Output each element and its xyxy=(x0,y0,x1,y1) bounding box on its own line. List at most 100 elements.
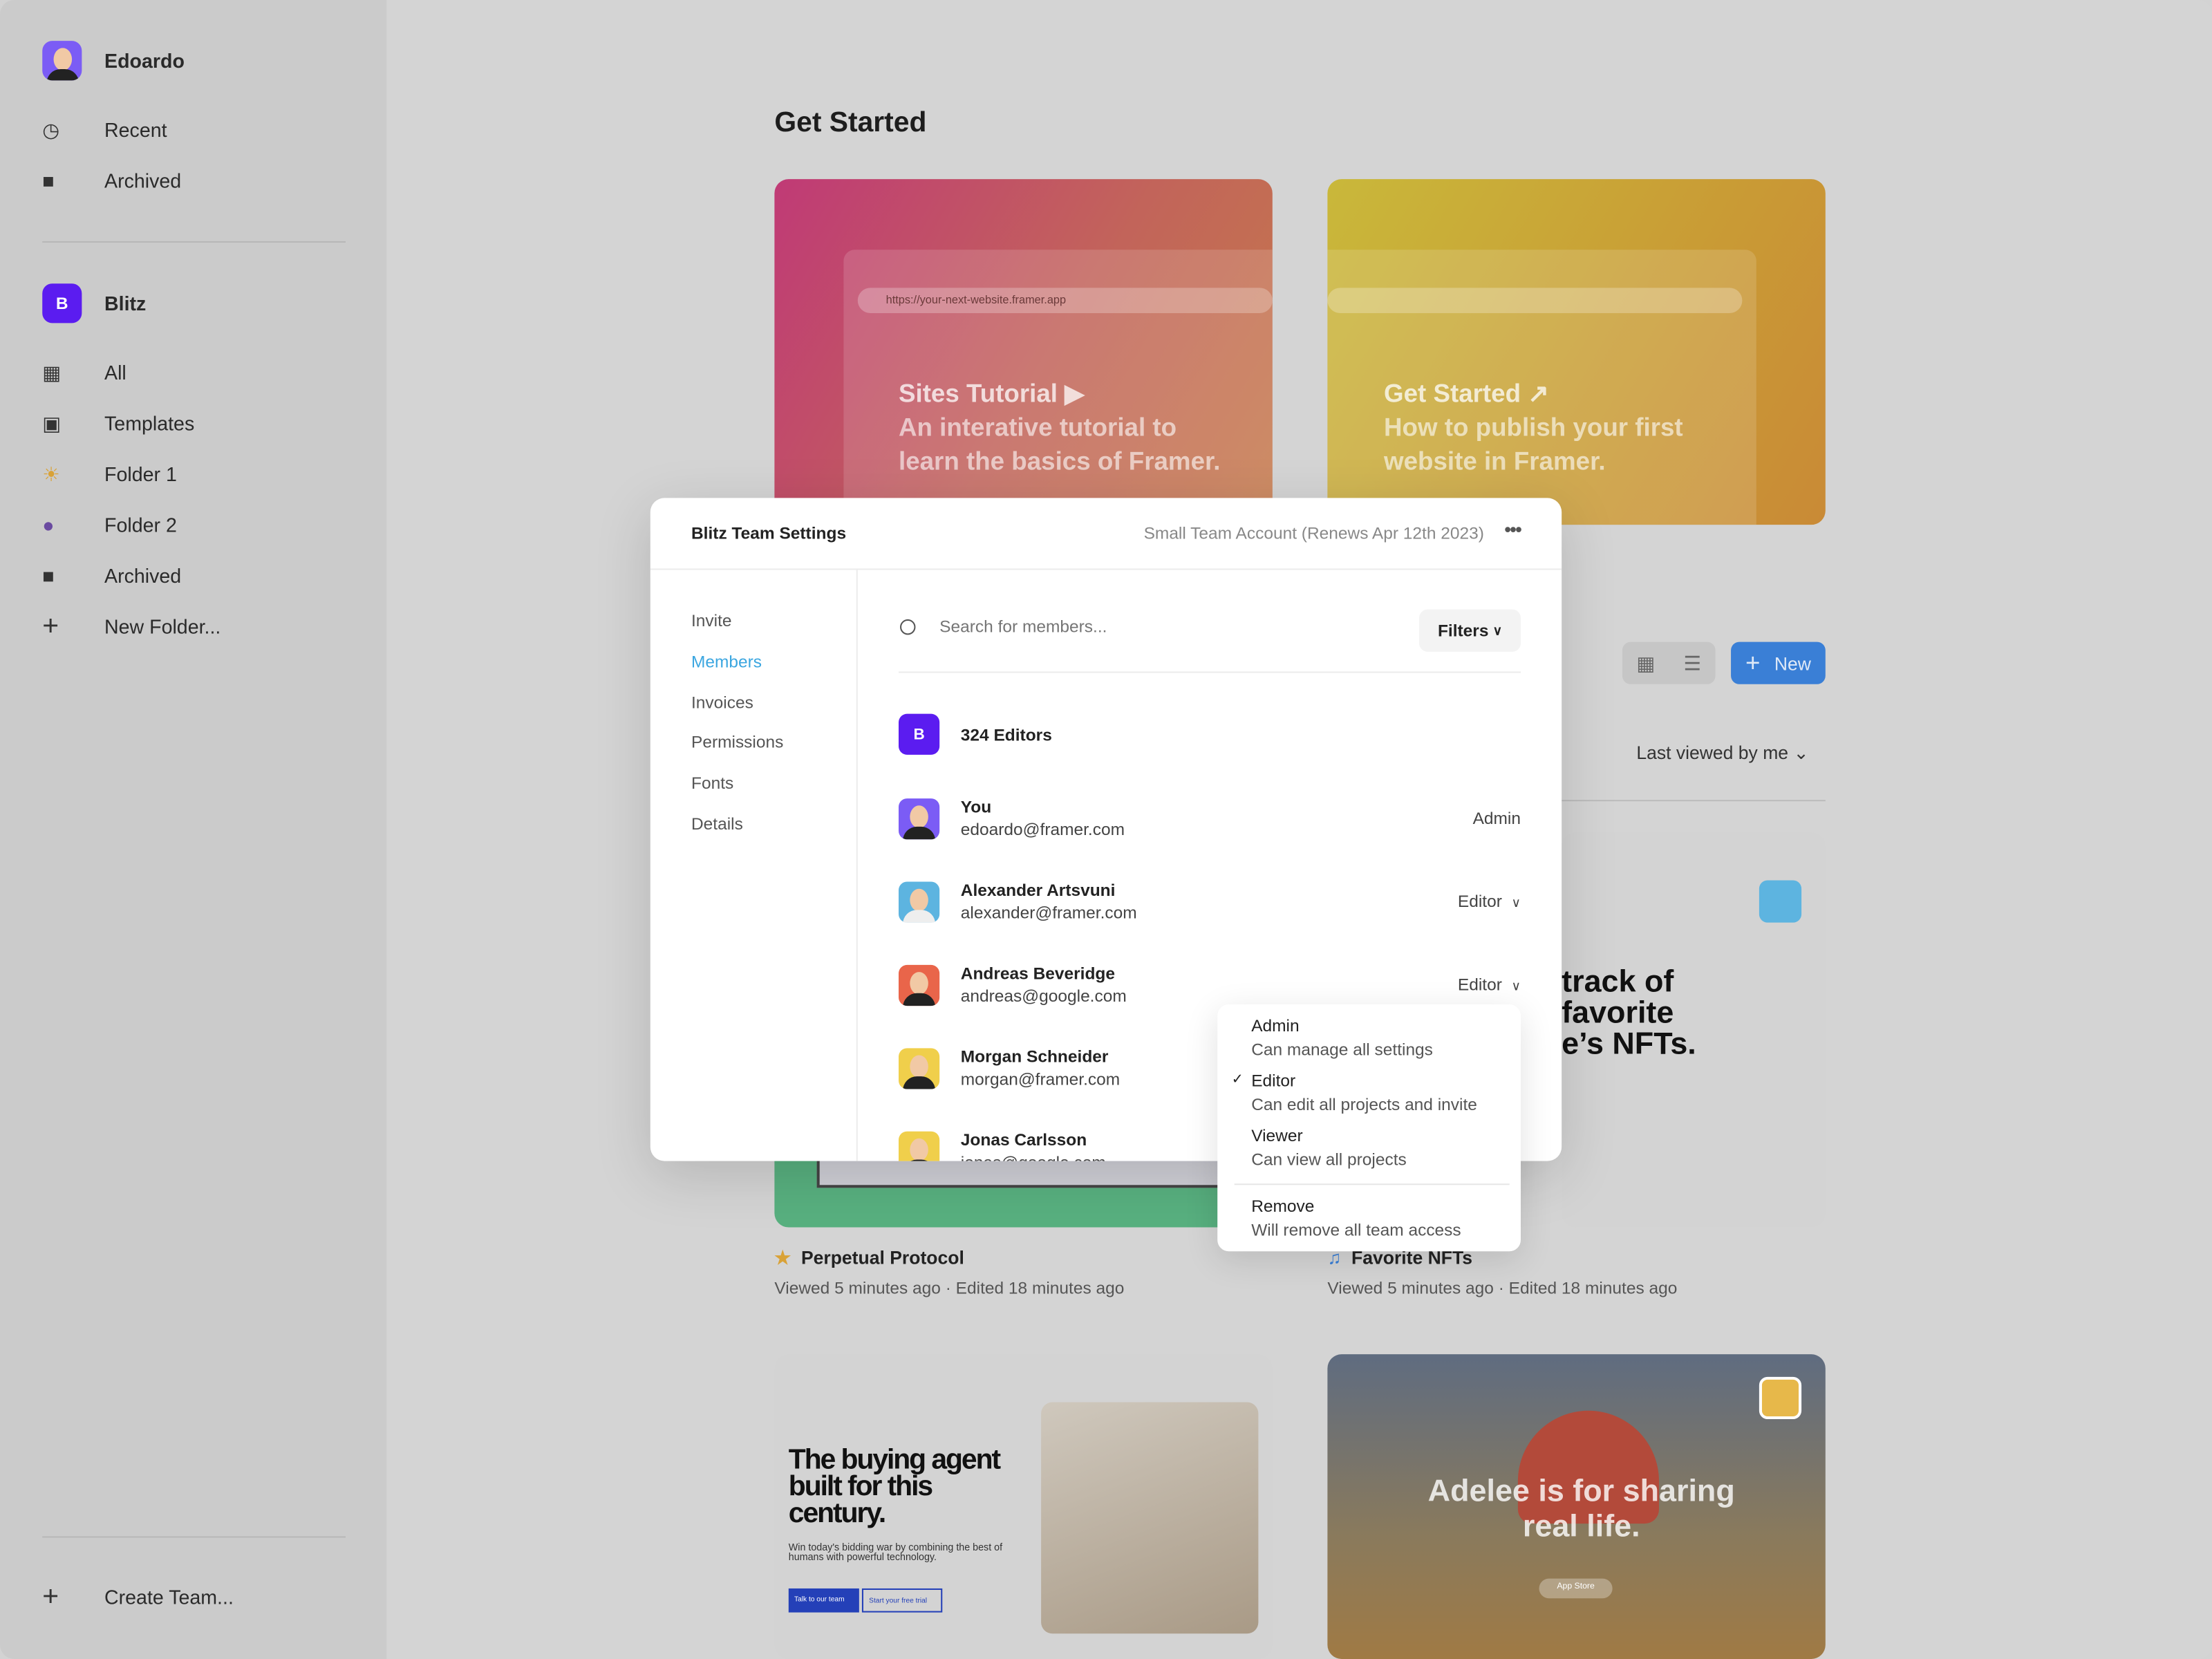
avatar xyxy=(898,964,940,1006)
nav-members[interactable]: Members xyxy=(691,652,762,672)
preview-photo xyxy=(1041,1402,1259,1634)
app-window: Edoardo ◷ Recent ■ Archived B Blitz ▦ All ▣… xyxy=(0,0,2212,1659)
sidebar-item-folder-2[interactable]: ● Folder 2 xyxy=(42,508,177,542)
clock-icon: ◷ xyxy=(42,118,60,141)
preview-headline: track of favorite e’s NFTs. xyxy=(1562,963,1696,1061)
grid-view-icon[interactable]: ▦ xyxy=(1636,651,1655,675)
divider xyxy=(898,671,1521,673)
user-profile[interactable]: Edoardo xyxy=(42,41,185,81)
nav-invoices[interactable]: Invoices xyxy=(691,693,753,713)
search-icon xyxy=(900,619,916,635)
sidebar-item-all[interactable]: ▦ All xyxy=(42,355,126,389)
project-title[interactable]: ★ Perpetual Protocol xyxy=(774,1247,964,1270)
card-get-started[interactable]: Get Started ↗ How to publish your first we… xyxy=(1327,179,1826,525)
option-desc: Can edit all projects and invite xyxy=(1251,1094,1477,1115)
project-thumb-nfts[interactable]: track of favorite e’s NFTs. xyxy=(1562,832,1826,1228)
sidebar-item-archived-team[interactable]: ■ Archived xyxy=(42,559,181,592)
new-folder-button[interactable]: + New Folder... xyxy=(42,610,221,644)
member-email: alexander@framer.com xyxy=(960,903,1137,923)
preview-body: Win today's bidding war by combining the… xyxy=(788,1543,1003,1564)
preview-button: Start your free trial xyxy=(861,1588,943,1613)
checkmark-icon: ✓ xyxy=(1231,1072,1244,1088)
member-email: edoardo@framer.com xyxy=(960,819,1125,840)
sidebar-item-label: Folder 2 xyxy=(104,513,177,536)
preview-headline: Adelee is for sharing real life. xyxy=(1427,1472,1735,1544)
member-name: Morgan Schneider xyxy=(960,1047,1109,1067)
create-team-label: Create Team... xyxy=(104,1585,234,1609)
plus-icon: + xyxy=(1745,648,1761,677)
option-label: Remove xyxy=(1251,1196,1315,1217)
role-label: Admin xyxy=(1472,808,1521,828)
user-avatar xyxy=(42,41,82,81)
sidebar-item-templates[interactable]: ▣ Templates xyxy=(42,406,194,440)
nav-invite[interactable]: Invite xyxy=(691,611,732,631)
card-sites-tutorial[interactable]: https://your-next-website.framer.app Sit… xyxy=(774,179,1273,525)
settings-nav: Invite Members Invoices Permissions Font… xyxy=(650,570,858,1161)
menu-item-remove[interactable]: Remove Will remove all team access xyxy=(1251,1195,1461,1243)
option-desc: Will remove all team access xyxy=(1251,1220,1461,1240)
nav-permissions[interactable]: Permissions xyxy=(691,732,783,752)
member-name: Alexander Artsvuni xyxy=(960,880,1116,901)
url-bar: https://your-next-website.framer.app xyxy=(857,288,1273,314)
sidebar: Edoardo ◷ Recent ■ Archived B Blitz ▦ All ▣… xyxy=(0,0,387,1659)
role-dropdown-menu: Admin Can manage all settings ✓ Editor Can… xyxy=(1217,1004,1521,1252)
sidebar-item-archived[interactable]: ■ Archived xyxy=(42,164,181,198)
menu-item-admin[interactable]: Admin Can manage all settings xyxy=(1251,1014,1433,1062)
member-email: jonas@google.com xyxy=(961,1152,1106,1161)
view-toggle: ▦ ☰ xyxy=(1622,641,1716,684)
chevron-down-icon: ∨ xyxy=(1511,979,1521,993)
role-dropdown[interactable]: Editor ∨ xyxy=(1458,892,1521,912)
nav-fonts[interactable]: Fonts xyxy=(691,773,733,793)
plus-icon: + xyxy=(42,1580,59,1612)
option-label: Editor xyxy=(1251,1070,1296,1091)
menu-item-editor[interactable]: Editor Can edit all projects and invite xyxy=(1251,1069,1477,1117)
filters-label: Filters xyxy=(1437,620,1489,641)
role-dropdown[interactable]: Editor ∨ xyxy=(1458,975,1521,995)
avatar xyxy=(898,881,940,922)
member-row: Andreas Beveridge andreas@google.com xyxy=(898,964,1127,1006)
card-line: website in Framer. xyxy=(1384,447,1606,476)
project-thumb-adelee[interactable]: Adelee is for sharing real life. App Sto… xyxy=(1327,1354,1826,1659)
sidebar-item-label: Archived xyxy=(104,169,182,192)
group-row: B 324 Editors xyxy=(898,713,1052,755)
sun-emoji-icon: ☀ xyxy=(42,462,60,485)
card-text: Get Started ↗ How to publish your first we… xyxy=(1384,377,1683,478)
member-row: Alexander Artsvuni alexander@framer.com xyxy=(898,880,1137,923)
sidebar-item-folder-1[interactable]: ☀ Folder 1 xyxy=(42,457,177,491)
member-email: andreas@google.com xyxy=(960,986,1127,1006)
project-thumb-buying-agent[interactable]: The buying agent built for this century.… xyxy=(774,1354,1273,1659)
sidebar-item-label: New Folder... xyxy=(104,615,221,638)
divider xyxy=(42,1536,346,1538)
team-blitz[interactable]: B Blitz xyxy=(42,283,146,324)
option-label: Admin xyxy=(1251,1015,1300,1035)
sort-dropdown[interactable]: Last viewed by me ⌄ xyxy=(1636,742,1808,765)
member-name: You xyxy=(960,797,992,817)
new-button[interactable]: + New xyxy=(1731,641,1826,684)
card-line: learn the basics of Framer. xyxy=(898,447,1221,476)
avatar xyxy=(1759,880,1802,923)
menu-item-viewer[interactable]: Viewer Can view all projects xyxy=(1251,1125,1407,1172)
sidebar-item-recent[interactable]: ◷ Recent xyxy=(42,113,167,147)
group-label: 324 Editors xyxy=(960,724,1052,744)
card-line: How to publish your first xyxy=(1384,413,1683,442)
more-options-icon[interactable]: ••• xyxy=(1504,518,1522,541)
filters-button[interactable]: Filters ∨ xyxy=(1419,609,1521,652)
list-view-icon[interactable]: ☰ xyxy=(1683,651,1701,675)
card-text: Sites Tutorial ▶ An interative tutorial t… xyxy=(899,377,1220,478)
nav-details[interactable]: Details xyxy=(691,814,743,834)
search-members-input[interactable] xyxy=(939,616,1391,637)
create-team-button[interactable]: + Create Team... xyxy=(42,1580,234,1614)
member-name: Jonas Carlsson xyxy=(960,1130,1087,1150)
member-email: morgan@framer.com xyxy=(960,1069,1121,1089)
preview-button: Talk to our team xyxy=(788,1588,859,1613)
chevron-down-icon: ∨ xyxy=(1492,623,1503,637)
sidebar-item-label: Archived xyxy=(104,564,182,587)
modal-header: Blitz Team Settings Small Team Account (… xyxy=(650,498,1562,570)
chevron-down-icon: ∨ xyxy=(1511,895,1521,910)
avatar xyxy=(898,1047,940,1089)
team-avatar: B xyxy=(898,713,940,755)
option-label: Viewer xyxy=(1251,1125,1303,1146)
grid-icon: ▦ xyxy=(42,360,62,384)
url-bar xyxy=(1327,288,1743,314)
divider xyxy=(42,241,346,243)
